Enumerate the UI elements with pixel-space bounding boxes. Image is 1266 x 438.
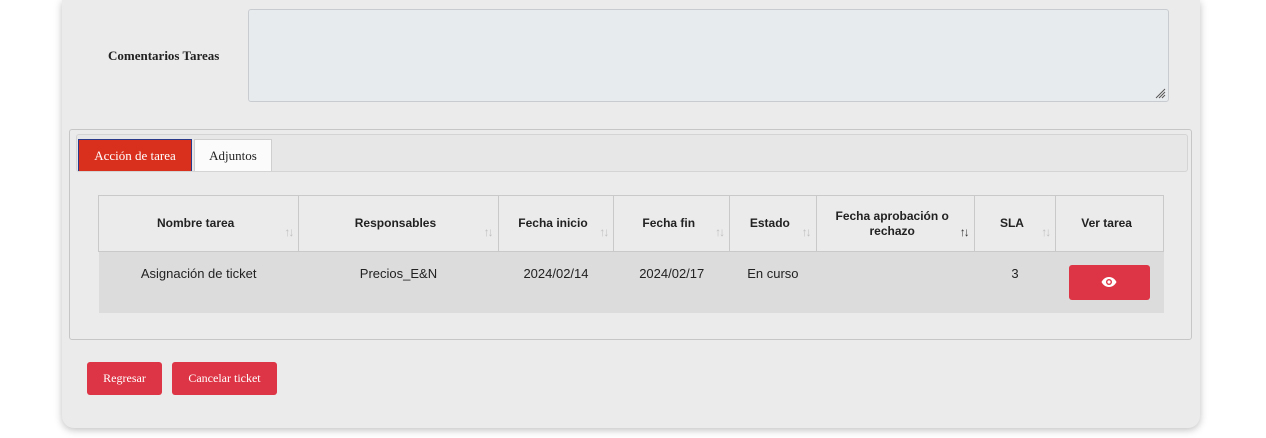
back-button[interactable]: Regresar bbox=[87, 362, 162, 395]
cell-fecha-aprobacion bbox=[816, 251, 975, 313]
col-header-fecha-fin[interactable]: Fecha fin ↑↓ bbox=[613, 195, 731, 252]
cell-nombre-tarea: Asignación de ticket bbox=[98, 251, 299, 313]
sort-icon[interactable]: ↑↓ bbox=[1041, 225, 1051, 240]
sort-icon[interactable]: ↑↓ bbox=[715, 225, 725, 240]
comments-label: Comentarios Tareas bbox=[108, 48, 220, 63]
tab-bar: Acción de tarea Adjuntos bbox=[76, 134, 1188, 172]
cell-estado: En curso bbox=[729, 251, 817, 313]
sort-desc-icon[interactable]: ↑↓ bbox=[960, 225, 970, 240]
col-header-label: Fecha inicio bbox=[518, 216, 588, 230]
col-header-fecha-aprobacion[interactable]: Fecha aprobación o rechazo ↑↓ bbox=[815, 195, 975, 252]
cancel-ticket-button[interactable]: Cancelar ticket bbox=[172, 362, 277, 395]
cell-fecha-fin: 2024/02/17 bbox=[613, 251, 730, 313]
col-header-responsables[interactable]: Responsables ↑↓ bbox=[298, 195, 499, 252]
col-header-fecha-inicio[interactable]: Fecha inicio ↑↓ bbox=[497, 195, 615, 252]
cell-fecha-inicio: 2024/02/14 bbox=[498, 251, 614, 313]
eye-icon bbox=[1101, 277, 1117, 287]
sort-icon[interactable]: ↑↓ bbox=[802, 225, 812, 240]
col-header-ver-tarea: Ver tarea bbox=[1055, 195, 1164, 252]
col-header-nombre-tarea[interactable]: Nombre tarea ↑↓ bbox=[97, 195, 300, 252]
col-header-estado[interactable]: Estado ↑↓ bbox=[729, 195, 817, 252]
cell-ver-tarea bbox=[1055, 251, 1164, 313]
view-task-button[interactable] bbox=[1069, 265, 1151, 300]
col-header-label: Ver tarea bbox=[1081, 216, 1132, 230]
col-header-label: Fecha fin bbox=[642, 216, 696, 230]
cell-sla: 3 bbox=[974, 251, 1056, 313]
table-row: Asignación de ticket Precios_E&N 2024/02… bbox=[98, 251, 1164, 313]
tasks-table: Nombre tarea ↑↓ Responsables ↑↓ Fecha in… bbox=[97, 195, 1164, 313]
col-header-label: Responsables bbox=[354, 216, 437, 230]
sort-icon[interactable]: ↑↓ bbox=[599, 225, 609, 240]
col-header-label: Estado bbox=[749, 216, 790, 230]
col-header-sla[interactable]: SLA ↑↓ bbox=[973, 195, 1057, 252]
tab-adjuntos[interactable]: Adjuntos bbox=[194, 139, 272, 171]
col-header-label: Nombre tarea bbox=[156, 216, 235, 230]
resize-grip-icon[interactable] bbox=[1154, 87, 1166, 99]
task-tabs-panel: Acción de tarea Adjuntos Nombre tarea ↑↓… bbox=[69, 129, 1192, 340]
cell-responsables: Precios_E&N bbox=[298, 251, 499, 313]
sort-icon[interactable]: ↑↓ bbox=[284, 225, 294, 240]
tab-accion-de-tarea[interactable]: Acción de tarea bbox=[78, 139, 192, 171]
col-header-label: Fecha aprobación o rechazo bbox=[835, 208, 949, 238]
col-header-label: SLA bbox=[999, 216, 1024, 230]
comments-textarea[interactable] bbox=[248, 9, 1169, 102]
sort-icon[interactable]: ↑↓ bbox=[484, 225, 494, 240]
